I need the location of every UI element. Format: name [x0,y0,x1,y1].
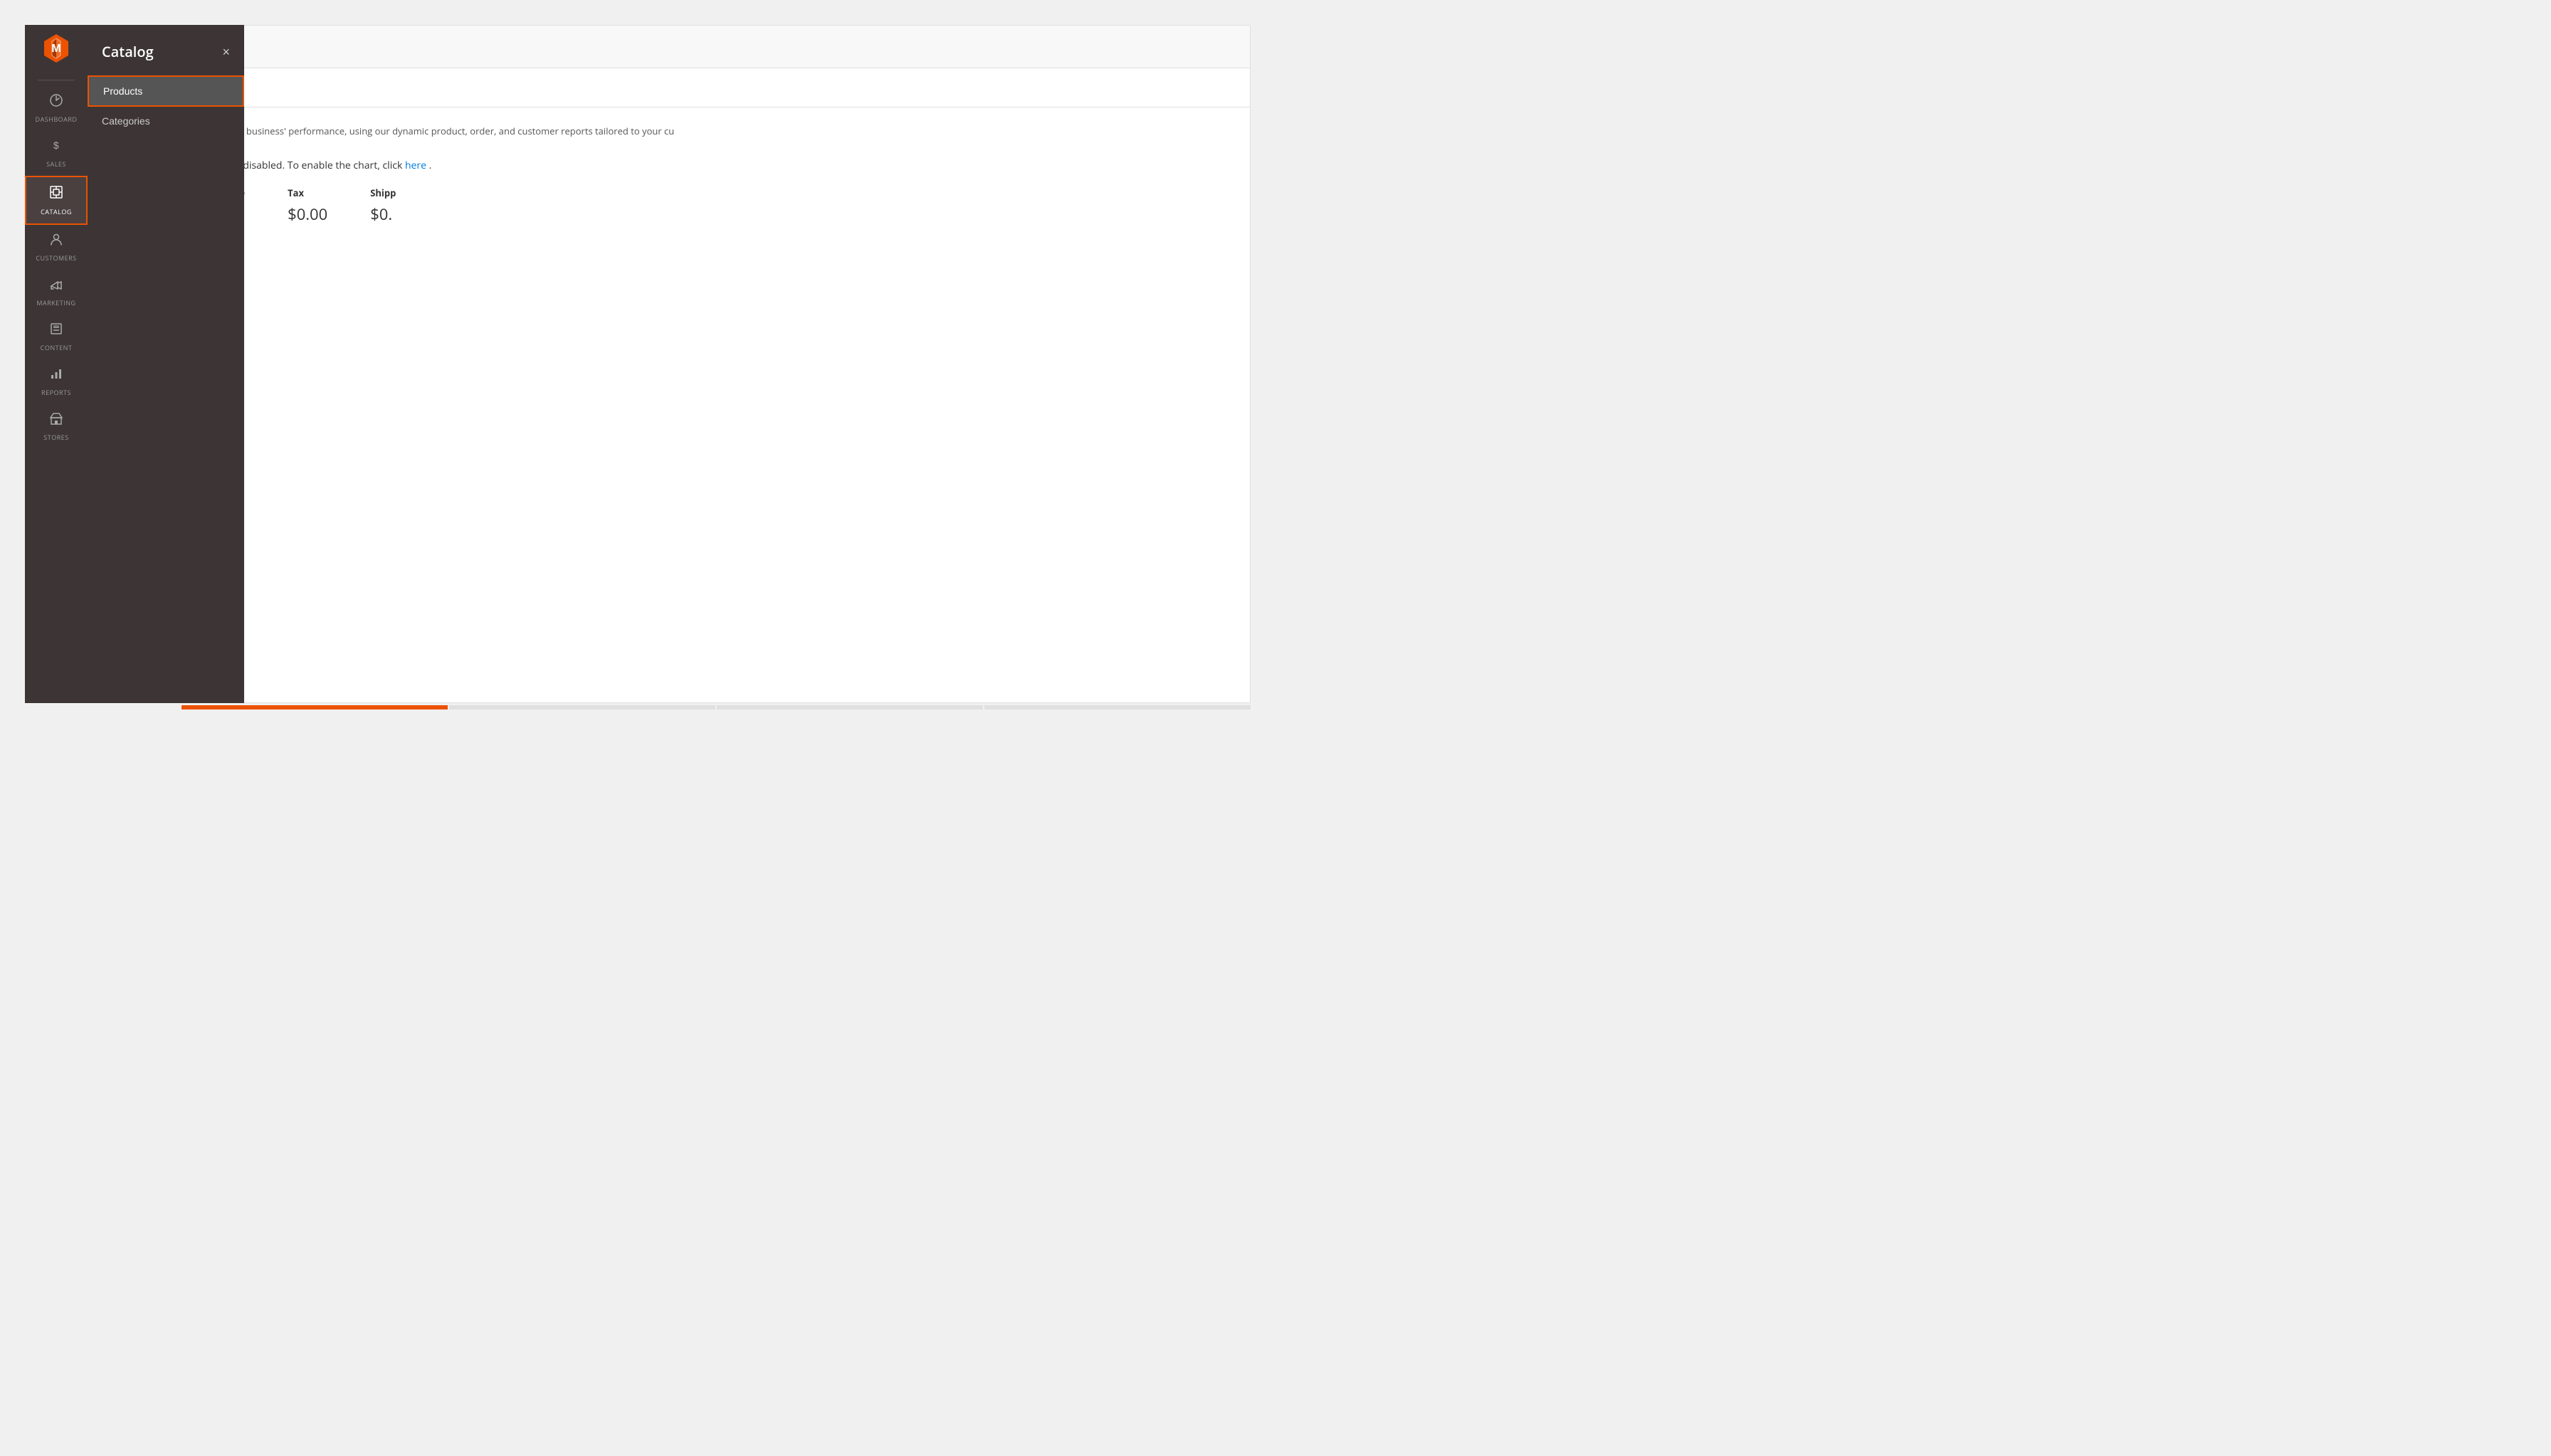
main-content-area: d of your business' performance, using o… [182,25,1251,703]
sidebar-item-marketing[interactable]: MARKETING [25,270,88,315]
catalog-flyout: Catalog × Products Categories [88,25,244,703]
magento-logo[interactable]: M [40,32,73,68]
svg-text:M: M [51,43,61,55]
flyout-header: Catalog × [88,36,244,75]
sidebar-item-label-dashboard: DASHBOARD [36,115,78,124]
sidebar-item-label-catalog: CATALOG [41,207,72,216]
main-header [182,26,1250,68]
stores-icon [49,411,63,430]
tab-1[interactable] [182,705,448,709]
sidebar-item-label-marketing: MARKETING [36,298,75,307]
flyout-menu-categories[interactable]: Categories [88,107,244,135]
enable-chart-link[interactable]: here [405,159,426,172]
tab-2[interactable] [449,705,715,709]
tax-label: Tax [288,186,327,199]
chart-disabled-message: Chart is disabled. To enable the chart, … [205,159,1227,172]
dashboard-description: d of your business' performance, using o… [205,125,1227,137]
dashboard-icon [49,93,63,112]
sidebar-item-label-sales: SALES [46,159,66,169]
main-body: d of your business' performance, using o… [182,107,1250,242]
sidebar-item-label-stores: STORES [43,433,68,442]
chart-disabled-period: . [429,159,432,172]
shipping-value: $0. [370,204,396,225]
sidebar-item-label-content: CONTENT [41,343,73,352]
flyout-menu-products[interactable]: Products [88,75,244,107]
customers-icon [49,232,63,250]
catalog-icon [48,184,64,204]
sidebar-item-label-customers: CUSTOMERS [36,253,76,263]
sidebar-item-customers[interactable]: CUSTOMERS [25,225,88,270]
sidebar-item-stores[interactable]: STORES [25,404,88,449]
tab-bar [182,705,1251,728]
tab-3[interactable] [717,705,983,709]
sales-icon: $ [49,138,63,157]
sidebar: M DASHBOARD $ SALES [25,25,88,703]
sidebar-item-sales[interactable]: $ SALES [25,131,88,176]
main-section [182,68,1250,107]
sidebar-item-label-reports: REPORTS [41,388,71,397]
sidebar-item-reports[interactable]: REPORTS [25,359,88,404]
sidebar-item-catalog[interactable]: CATALOG [25,176,88,225]
reports-icon [49,366,63,385]
metrics-row: Revenue $0.00 Tax $0.00 Shipp $0. [205,186,1227,225]
content-icon [49,322,63,340]
metric-tax: Tax $0.00 [288,186,327,225]
svg-text:$: $ [53,139,59,151]
flyout-close-button[interactable]: × [222,46,230,58]
tab-4[interactable] [984,705,1251,709]
flyout-title: Catalog [102,42,154,61]
metric-shipping: Shipp $0. [370,186,396,225]
shipping-label: Shipp [370,186,396,199]
sidebar-item-dashboard[interactable]: DASHBOARD [25,86,88,131]
marketing-icon [49,277,63,295]
sidebar-item-content[interactable]: CONTENT [25,315,88,359]
tax-value: $0.00 [288,204,327,225]
